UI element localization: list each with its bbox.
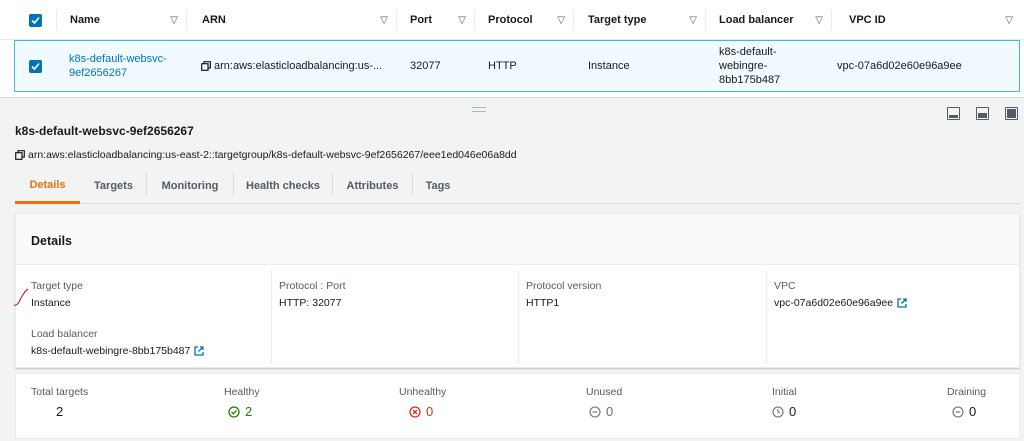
tab-health-checks[interactable]: Health checks (234, 168, 332, 203)
panel-split-icon[interactable] (976, 107, 989, 120)
panel-full-icon[interactable] (1005, 107, 1018, 120)
healthy-targets: Healthy 2 (224, 386, 260, 419)
row-load-balancer: k8s-default- webingre- 8bb175b487 (719, 46, 781, 86)
sort-caret-icon: ▽ (689, 15, 697, 26)
panel-resize-handle[interactable] (472, 107, 486, 112)
table-header: Name ▽ ARN ▽ Port ▽ Protocol ▽ Target ty… (0, 0, 1024, 40)
check-circle-icon (228, 405, 240, 418)
row-name-link[interactable]: k8s-default-websvc- 9ef2656267 (69, 41, 185, 91)
field-load-balancer: Load balancer k8s-default-webingre-8bb17… (31, 328, 205, 357)
field-vpc: VPC vpc-07a6d02e60e96a9ee (774, 280, 907, 309)
field-target-type: Target type Instance (31, 280, 83, 309)
sort-caret-icon: ▽ (380, 15, 388, 26)
unused-targets: Unused 0 (586, 386, 623, 419)
column-header-vpc-id[interactable]: VPC ID ▽ (849, 0, 1021, 40)
tab-details[interactable]: Details (15, 168, 80, 204)
column-header-load-balancer[interactable]: Load balancer ▽ (719, 0, 831, 40)
panel-bottom-icon[interactable] (947, 107, 960, 120)
card-title: Details (31, 234, 72, 248)
red-tick-mark (13, 288, 29, 306)
sort-caret-icon: ▽ (458, 15, 466, 26)
detail-tabs: Details Targets Monitoring Health checks… (15, 168, 1020, 204)
copy-icon[interactable] (15, 150, 25, 160)
sort-caret-icon: ▽ (170, 15, 178, 26)
column-header-port[interactable]: Port ▽ (410, 0, 474, 40)
external-link-icon (194, 346, 205, 356)
column-header-arn[interactable]: ARN ▽ (202, 0, 396, 40)
row-arn: arn:aws:elasticloadbalancing:us-... (201, 41, 395, 91)
total-targets: Total targets 2 (31, 386, 89, 419)
row-checkbox[interactable] (29, 60, 42, 73)
unhealthy-targets: Unhealthy 0 (399, 386, 447, 419)
details-card: Details Target type Instance Protocol : … (15, 213, 1020, 368)
sort-caret-icon: ▽ (557, 15, 565, 26)
initial-targets: Initial 0 (772, 386, 797, 419)
column-header-name[interactable]: Name ▽ (70, 0, 186, 40)
copy-icon[interactable] (201, 61, 211, 71)
minus-circle-icon (952, 405, 964, 418)
check-icon (31, 16, 40, 25)
tab-tags[interactable]: Tags (413, 168, 463, 203)
row-vpc-id: vpc-07a6d02e60e96a9ee (837, 60, 962, 72)
tab-monitoring[interactable]: Monitoring (147, 168, 233, 203)
table-row[interactable]: k8s-default-websvc- 9ef2656267 arn:aws:e… (14, 40, 1020, 92)
tab-targets[interactable]: Targets (81, 168, 146, 203)
detail-arn: arn:aws:elasticloadbalancing:us-east-2::… (15, 149, 517, 161)
target-groups-table: Name ▽ ARN ▽ Port ▽ Protocol ▽ Target ty… (0, 0, 1024, 98)
field-protocol-version: Protocol version HTTP1 (526, 280, 602, 309)
load-balancer-link[interactable]: k8s-default-webingre-8bb175b487 (31, 345, 205, 357)
clock-icon (772, 405, 784, 418)
detail-title: k8s-default-websvc-9ef2656267 (15, 124, 194, 138)
row-protocol: HTTP (488, 60, 517, 72)
check-icon (31, 62, 40, 71)
row-target-type: Instance (588, 60, 630, 72)
field-protocol-port: Protocol : Port HTTP: 32077 (279, 280, 346, 309)
card-header: Details (16, 214, 1019, 265)
draining-targets: Draining 0 (947, 386, 987, 419)
sort-caret-icon: ▽ (1005, 15, 1013, 26)
select-all-checkbox[interactable] (29, 14, 42, 27)
column-header-protocol[interactable]: Protocol ▽ (488, 0, 573, 40)
column-header-target-type[interactable]: Target type ▽ (588, 0, 705, 40)
target-totals: Total targets 2 Healthy 2 Unhealthy 0 Un… (15, 373, 1020, 439)
minus-circle-icon (589, 405, 601, 418)
sort-caret-icon: ▽ (815, 15, 823, 26)
row-port: 32077 (410, 60, 441, 72)
tab-attributes[interactable]: Attributes (333, 168, 412, 203)
x-circle-icon (409, 405, 421, 418)
external-link-icon (897, 298, 907, 308)
vpc-link[interactable]: vpc-07a6d02e60e96a9ee (774, 297, 907, 309)
